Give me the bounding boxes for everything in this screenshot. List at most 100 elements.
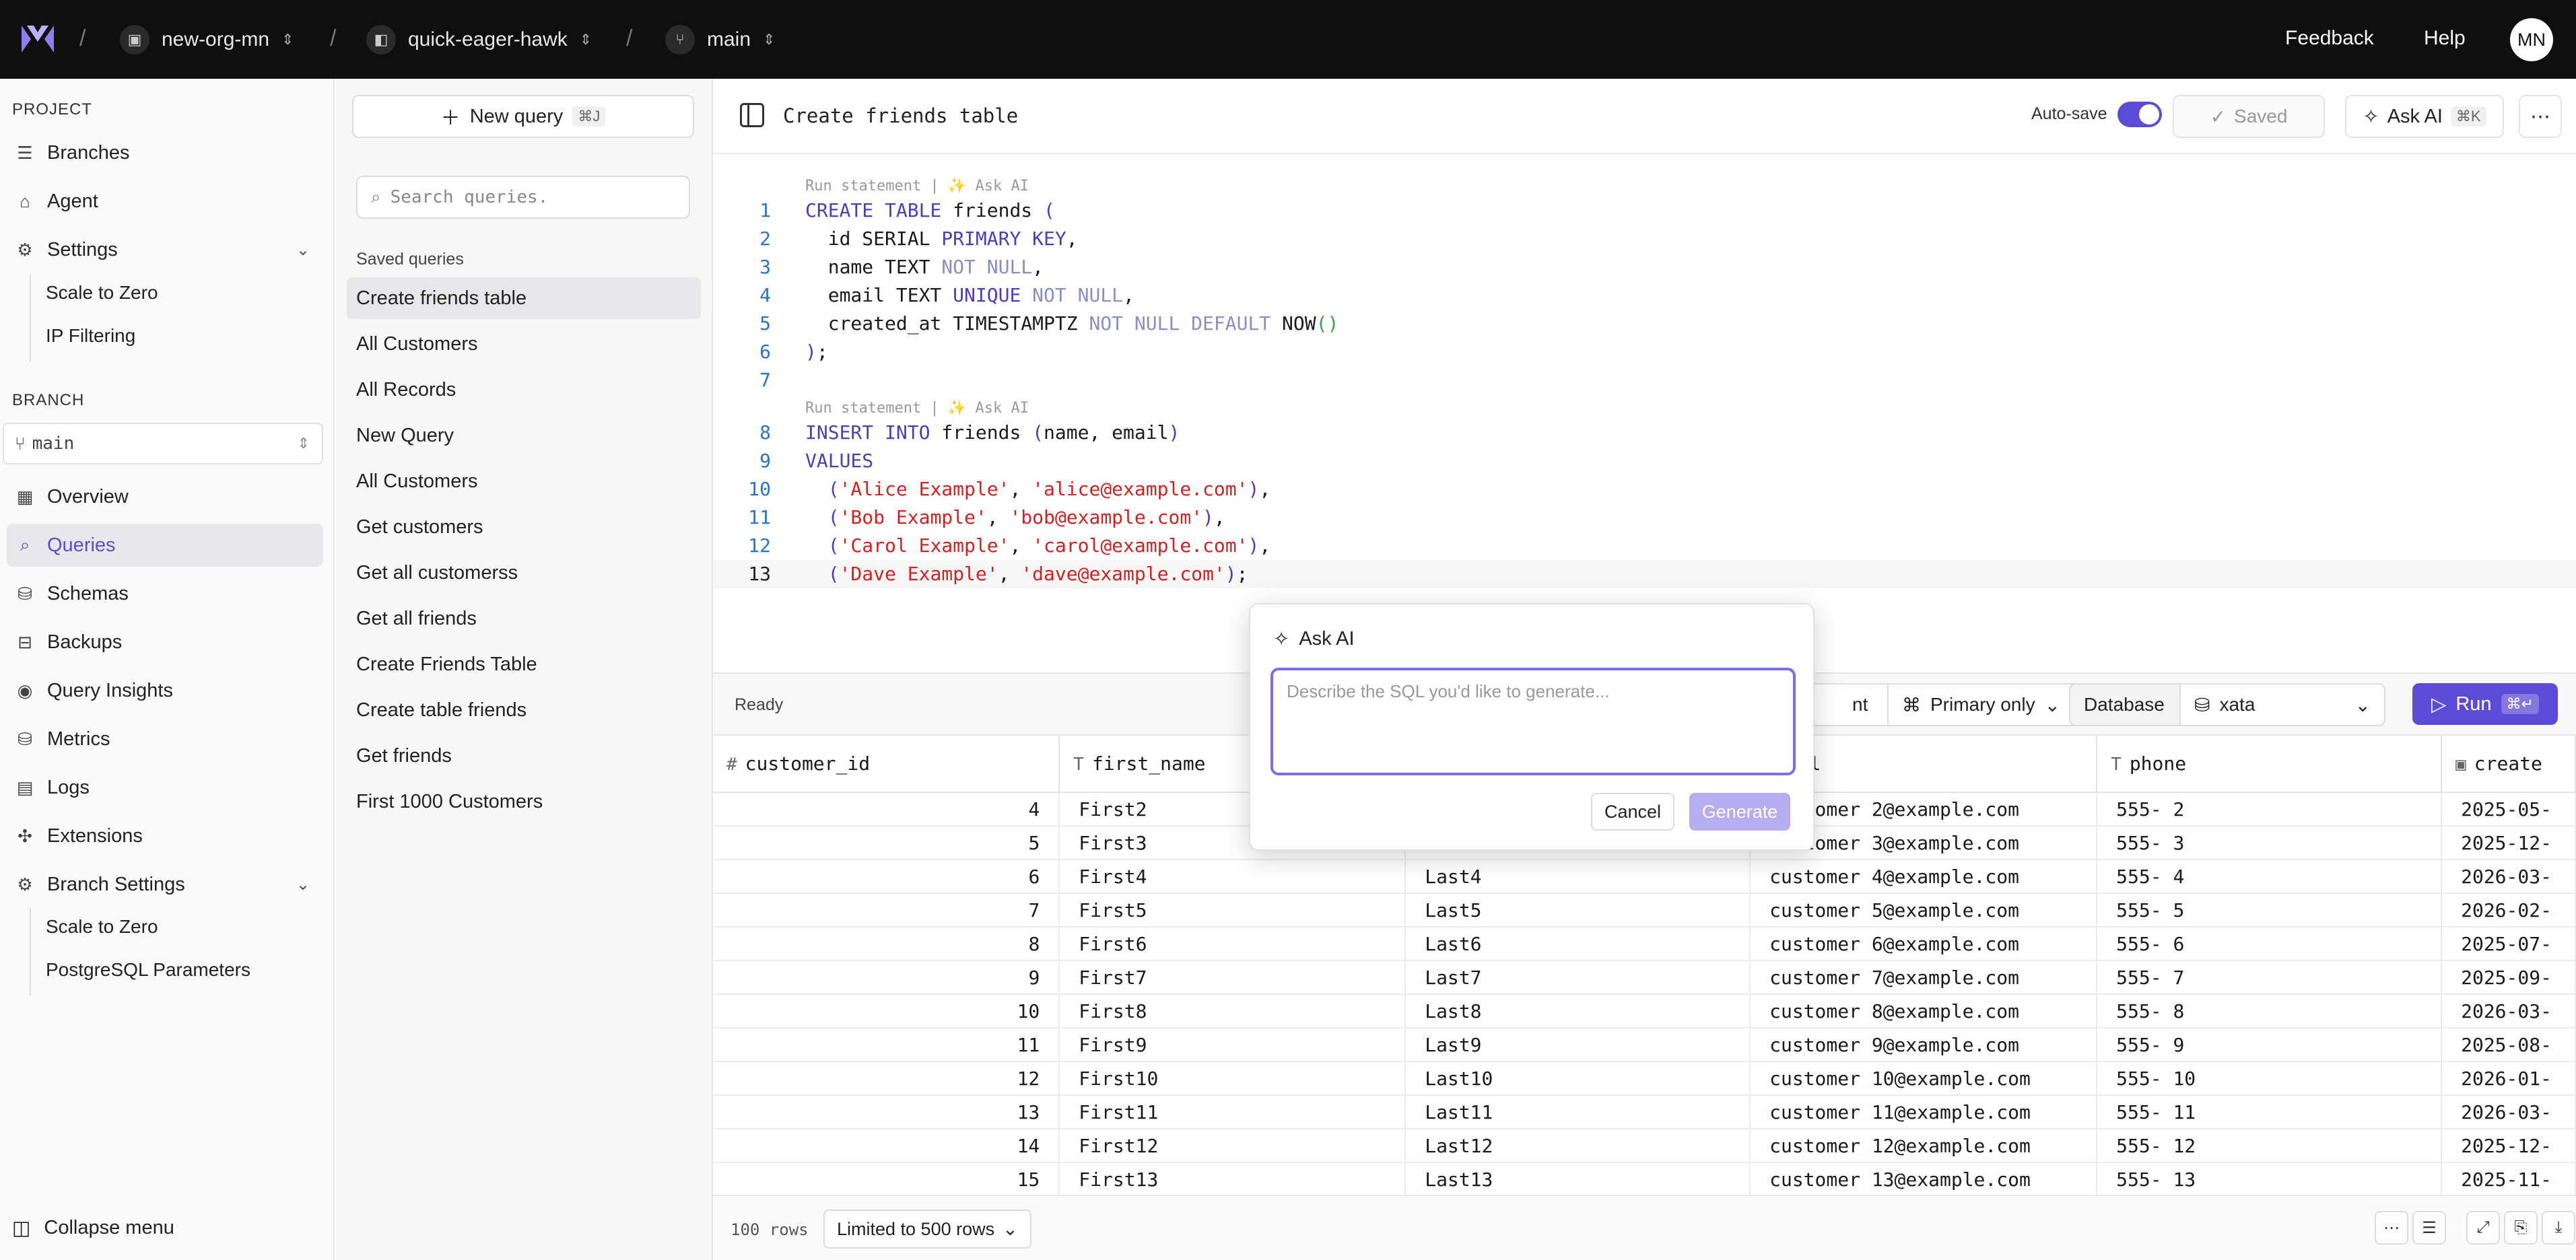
avatar[interactable]: MN	[2510, 18, 2553, 61]
grid-view-icon[interactable]: ⋯	[2375, 1211, 2408, 1245]
table-cell[interactable]: First4	[1059, 860, 1406, 894]
nav-settings[interactable]: ⚙ Settings ⌄	[7, 228, 323, 271]
expand-icon[interactable]: ⤢	[2466, 1211, 2500, 1245]
table-cell[interactable]: Last7	[1405, 960, 1751, 995]
ask-ai-button[interactable]: ✧ Ask AI ⌘K	[2345, 95, 2504, 138]
table-cell[interactable]: 555- 5	[2097, 893, 2443, 928]
row-limit-select[interactable]: Limited to 500 rows ⌄	[823, 1210, 1031, 1249]
saved-query-item[interactable]: Get all friends	[347, 598, 701, 639]
sql-editor[interactable]: Run statement | ✨ Ask AI 1 CREATE TABLE f…	[713, 154, 2576, 672]
table-cell[interactable]: 12	[713, 1061, 1060, 1096]
copy-icon[interactable]: ⎘	[2504, 1211, 2538, 1245]
generate-button[interactable]: Generate	[1689, 793, 1790, 831]
table-cell[interactable]: 2025-12-	[2441, 1129, 2576, 1163]
table-row[interactable]: 10 First8 Last8 customer 8@example.com 555- …	[713, 994, 2576, 1028]
table-cell[interactable]: 5	[713, 826, 1060, 860]
nav-ip-filtering[interactable]: IP Filtering	[46, 325, 135, 347]
table-cell[interactable]: 2026-02-	[2441, 893, 2576, 928]
new-query-button[interactable]: ＋ New query ⌘J	[352, 95, 694, 138]
table-row[interactable]: 9 First7 Last7 customer 7@example.com 555- 7…	[713, 960, 2576, 995]
table-cell[interactable]: 2025-09-	[2441, 960, 2576, 995]
column-header[interactable]: # customer_id	[713, 736, 1060, 793]
nav-logs[interactable]: ▤ Logs	[7, 766, 323, 809]
table-row[interactable]: 6 First4 Last4 customer 4@example.com 555- 4…	[713, 860, 2576, 894]
table-cell[interactable]: 8	[713, 927, 1060, 961]
table-cell[interactable]: customer 6@example.com	[1750, 927, 2098, 961]
table-row[interactable]: 7 First5 Last5 customer 5@example.com 555- 5…	[713, 893, 2576, 928]
table-cell[interactable]: 2025-07-	[2441, 927, 2576, 961]
table-cell[interactable]: 2025-11-	[2441, 1162, 2576, 1195]
saved-query-item[interactable]: All Records	[347, 369, 701, 411]
saved-query-item[interactable]: All Customers	[347, 323, 701, 365]
xata-logo-icon[interactable]	[20, 23, 55, 55]
column-header[interactable]: Tphone	[2097, 736, 2443, 793]
table-cell[interactable]: First13	[1059, 1162, 1406, 1195]
table-cell[interactable]: 555- 10	[2097, 1061, 2443, 1096]
table-cell[interactable]: customer 9@example.com	[1750, 1028, 2098, 1062]
feedback-link[interactable]: Feedback	[2285, 27, 2374, 50]
saved-query-item[interactable]: Create table friends	[347, 689, 701, 731]
table-cell[interactable]: customer 13@example.com	[1750, 1162, 2098, 1195]
query-title[interactable]: Create friends table	[783, 104, 1018, 127]
table-cell[interactable]: First6	[1059, 927, 1406, 961]
sidebar-toggle-icon[interactable]	[740, 103, 764, 127]
table-cell[interactable]: customer 5@example.com	[1750, 893, 2098, 928]
codelens-run-statement[interactable]: Run statement | ✨ Ask AI	[805, 400, 1029, 417]
table-cell[interactable]: 11	[713, 1028, 1060, 1062]
saved-query-item[interactable]: Get customers	[347, 506, 701, 548]
nav-schemas[interactable]: ⛁ Schemas	[7, 572, 323, 615]
table-cell[interactable]: customer 4@example.com	[1750, 860, 2098, 894]
table-cell[interactable]: 2026-01-	[2441, 1061, 2576, 1096]
replica-select[interactable]: ⌘ Primary only ⌄	[1887, 683, 2087, 726]
table-cell[interactable]: First5	[1059, 893, 1406, 928]
table-cell[interactable]: 555- 13	[2097, 1162, 2443, 1195]
saved-query-item[interactable]: New Query	[347, 415, 701, 456]
saved-query-item[interactable]: All Customers	[347, 460, 701, 502]
table-row[interactable]: 13 First11 Last11 customer 11@example.com 55…	[713, 1095, 2576, 1129]
saved-query-item[interactable]: Create Friends Table	[347, 643, 701, 685]
nav-queries[interactable]: ⌕ Queries	[7, 524, 323, 567]
table-cell[interactable]: 7	[713, 893, 1060, 928]
nav-query-insights[interactable]: ◉ Query Insights	[7, 669, 323, 712]
table-cell[interactable]: 555- 11	[2097, 1095, 2443, 1129]
table-cell[interactable]: Last12	[1405, 1129, 1751, 1163]
table-cell[interactable]: 14	[713, 1129, 1060, 1163]
table-cell[interactable]: 2025-08-	[2441, 1028, 2576, 1062]
table-row[interactable]: 15 First13 Last13 customer 13@example.com 55…	[713, 1162, 2576, 1195]
table-cell[interactable]: Last9	[1405, 1028, 1751, 1062]
table-row[interactable]: 12 First10 Last10 customer 10@example.com 55…	[713, 1061, 2576, 1096]
collapse-menu-button[interactable]: ◫ Collapse menu	[12, 1216, 174, 1240]
help-link[interactable]: Help	[2424, 27, 2466, 50]
table-cell[interactable]: 2026-03-	[2441, 860, 2576, 894]
table-cell[interactable]: 2026-03-	[2441, 994, 2576, 1028]
table-cell[interactable]: 555- 12	[2097, 1129, 2443, 1163]
table-cell[interactable]: customer 12@example.com	[1750, 1129, 2098, 1163]
saved-query-item[interactable]: Create friends table	[347, 277, 701, 319]
table-cell[interactable]: 15	[713, 1162, 1060, 1195]
table-cell[interactable]: customer 11@example.com	[1750, 1095, 2098, 1129]
table-cell[interactable]: 555- 2	[2097, 792, 2443, 827]
table-cell[interactable]: 4	[713, 792, 1060, 827]
table-cell[interactable]: 555- 8	[2097, 994, 2443, 1028]
nav-branch-scale-to-zero[interactable]: Scale to Zero	[46, 916, 158, 938]
nav-backups[interactable]: ⊟ Backups	[7, 621, 323, 664]
table-cell[interactable]: customer 7@example.com	[1750, 960, 2098, 995]
project-switcher[interactable]: ◧ quick-eager-hawk ⇕	[366, 23, 592, 57]
table-cell[interactable]: First7	[1059, 960, 1406, 995]
table-cell[interactable]: 13	[713, 1095, 1060, 1129]
table-cell[interactable]: 2025-12-	[2441, 826, 2576, 860]
cancel-button[interactable]: Cancel	[1591, 793, 1674, 831]
saved-query-item[interactable]: Get friends	[347, 735, 701, 777]
nav-overview[interactable]: ▦ Overview	[7, 475, 323, 518]
table-cell[interactable]: customer 8@example.com	[1750, 994, 2098, 1028]
table-cell[interactable]: 555- 7	[2097, 960, 2443, 995]
table-cell[interactable]: Last4	[1405, 860, 1751, 894]
table-cell[interactable]: First10	[1059, 1061, 1406, 1096]
table-cell[interactable]: First9	[1059, 1028, 1406, 1062]
table-cell[interactable]: 555- 3	[2097, 826, 2443, 860]
list-view-icon[interactable]: ☰	[2412, 1211, 2446, 1245]
nav-postgresql-parameters[interactable]: PostgreSQL Parameters	[46, 959, 250, 981]
table-cell[interactable]: Last13	[1405, 1162, 1751, 1195]
table-cell[interactable]: First11	[1059, 1095, 1406, 1129]
table-cell[interactable]: 555- 6	[2097, 927, 2443, 961]
